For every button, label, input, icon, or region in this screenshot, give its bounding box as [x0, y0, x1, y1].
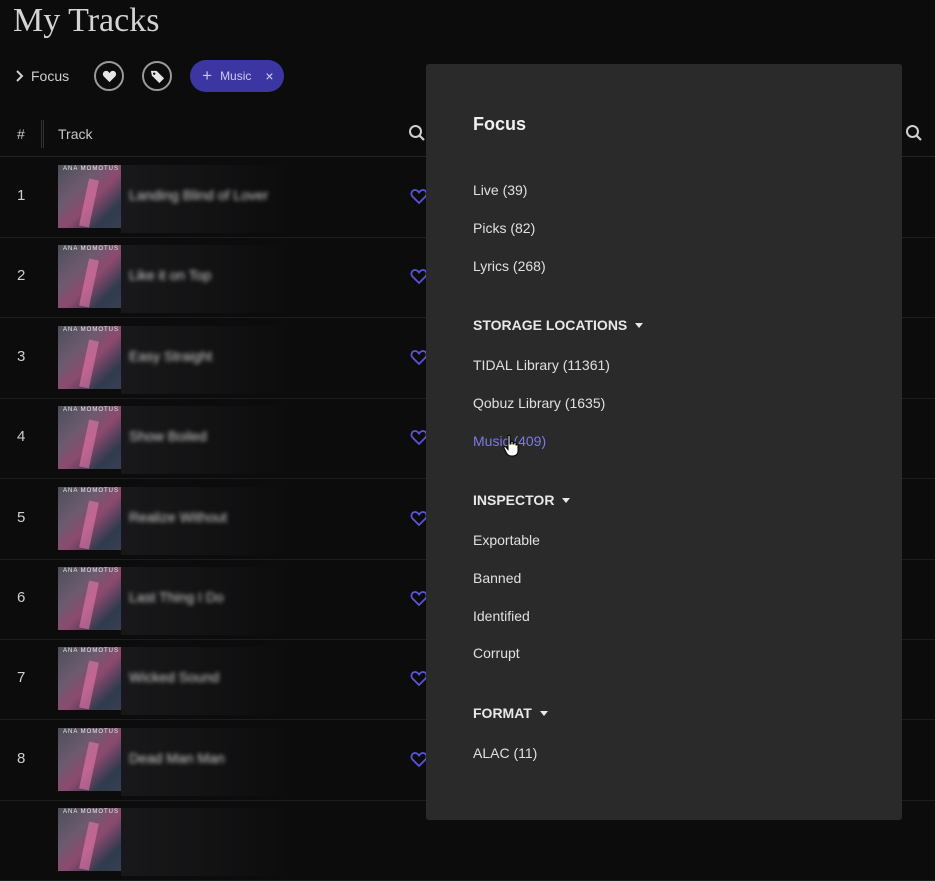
album-art: ANA MOMOTUS [58, 647, 121, 711]
track-number: 8 [17, 749, 26, 767]
album-art: ANA MOMOTUS [58, 567, 121, 630]
track-number: 1 [17, 187, 26, 204]
format-item-alac[interactable]: ALAC (11) [473, 745, 537, 761]
inspector-header: INSPECTOR [473, 492, 555, 508]
track-number: 4 [17, 428, 26, 446]
storage-locations-header: STORAGE LOCATIONS [473, 317, 628, 333]
track-title[interactable]: Wicked Sound [129, 669, 219, 685]
album-art: ANA MOMOTUS [58, 808, 121, 872]
track-title[interactable]: Like it on Top [129, 267, 211, 283]
album-art-text: ANA MOMOTUS [63, 487, 120, 494]
caret-down-icon [539, 710, 548, 716]
storage-item-qobuz[interactable]: Qobuz Library (1635) [473, 395, 605, 411]
focus-item-picks[interactable]: Picks (82) [473, 220, 535, 236]
focus-panel-title: Focus [473, 114, 527, 134]
track-title[interactable]: Easy Straight [129, 348, 212, 364]
album-art: ANA MOMOTUS [58, 325, 121, 389]
track-title[interactable]: Show Boiled [129, 428, 207, 444]
track-number: 5 [17, 508, 26, 526]
album-art: ANA MOMOTUS [58, 165, 121, 228]
album-art-text: ANA MOMOTUS [63, 407, 120, 414]
storage-locations-section-toggle[interactable]: STORAGE LOCATIONS [473, 317, 644, 333]
caret-down-icon [562, 497, 571, 503]
focus-item-lyrics[interactable]: Lyrics (268) [473, 258, 546, 274]
track-title[interactable]: Dead Man Man [129, 750, 225, 766]
album-art-text: ANA MOMOTUS [63, 166, 120, 172]
toolbar: Focus + Music × [13, 60, 284, 92]
inspector-item-identified[interactable]: Identified [473, 608, 530, 624]
filter-chip-label: Music [220, 69, 252, 83]
album-art-text: ANA MOMOTUS [63, 246, 120, 253]
album-art-text: ANA MOMOTUS [63, 648, 120, 655]
track-number: 3 [17, 347, 26, 365]
album-art-text: ANA MOMOTUS [63, 728, 120, 735]
album-art: ANA MOMOTUS [58, 406, 121, 470]
column-header-number[interactable]: # [17, 126, 25, 142]
caret-down-icon [635, 322, 644, 328]
tag-filter-button[interactable] [142, 61, 173, 91]
track-title[interactable]: Realize Without [129, 509, 227, 525]
album-art-text: ANA MOMOTUS [63, 326, 120, 333]
search-icon[interactable] [905, 124, 923, 142]
tag-icon [150, 70, 164, 83]
focus-item-live[interactable]: Live (39) [473, 182, 527, 198]
close-icon[interactable]: × [265, 68, 273, 84]
album-art: ANA MOMOTUS [58, 245, 121, 309]
track-number: 6 [17, 589, 26, 606]
column-resize-handle[interactable] [41, 120, 44, 148]
album-art: ANA MOMOTUS [58, 486, 121, 550]
search-icon[interactable] [408, 124, 426, 142]
inspector-item-banned[interactable]: Banned [473, 570, 521, 586]
track-number: 7 [17, 669, 26, 687]
inspector-section-toggle[interactable]: INSPECTOR [473, 492, 571, 508]
plus-icon: + [202, 66, 213, 85]
track-number: 2 [17, 267, 26, 285]
format-header: FORMAT [473, 705, 532, 721]
hand-cursor-icon [503, 434, 519, 457]
format-section-toggle[interactable]: FORMAT [473, 705, 548, 721]
column-header-track[interactable]: Track [58, 126, 92, 142]
focus-panel: Focus Live (39) Picks (82) Lyrics (268) … [426, 64, 902, 820]
storage-item-tidal[interactable]: TIDAL Library (11361) [473, 357, 610, 373]
chevron-right-icon [16, 70, 24, 82]
favorites-filter-button[interactable] [94, 61, 125, 91]
page-title: My Tracks [13, 2, 160, 39]
heart-icon [102, 70, 116, 82]
inspector-item-corrupt[interactable]: Corrupt [473, 645, 520, 661]
focus-toggle[interactable]: Focus [13, 68, 69, 84]
focus-toggle-label: Focus [31, 68, 70, 84]
inspector-item-exportable[interactable]: Exportable [473, 532, 540, 548]
track-title[interactable]: Landing Blind of Lover [129, 187, 268, 203]
album-art-text: ANA MOMOTUS [63, 568, 120, 574]
album-art: ANA MOMOTUS [58, 727, 121, 791]
track-title[interactable]: Last Thing I Do [129, 589, 224, 605]
album-art-text: ANA MOMOTUS [63, 809, 120, 816]
music-filter-chip[interactable]: + Music × [190, 60, 284, 92]
